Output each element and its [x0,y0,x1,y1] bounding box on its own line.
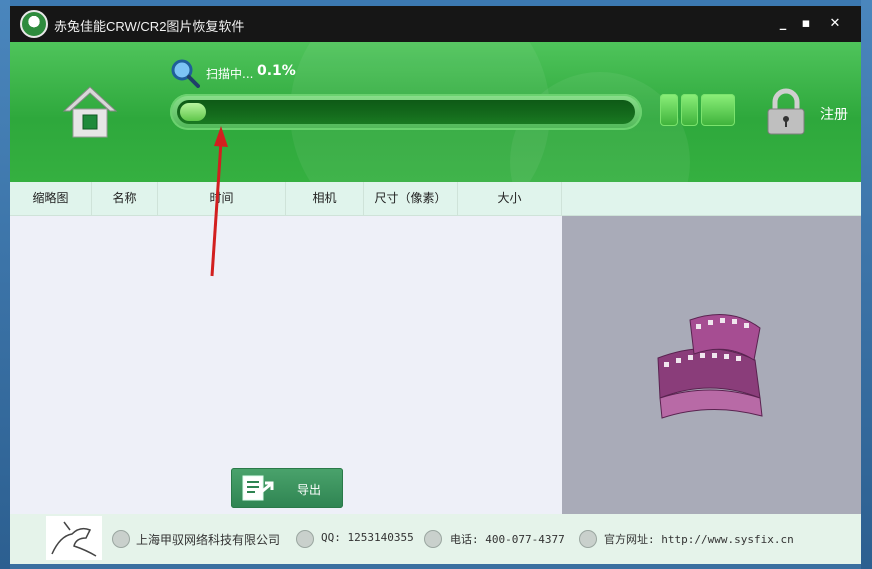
qq-icon [296,530,314,548]
globe-icon [579,530,597,548]
view-toggle-button-2[interactable] [681,94,698,126]
phone-number: 电话: 400-077-4377 [450,533,565,546]
website-link[interactable]: 官方网址: http://www.sysfix.cn [604,531,794,547]
film-reel-icon [657,314,763,419]
qq-number: QQ: 1253140355 [321,531,414,544]
view-toggle-button-3[interactable] [701,94,735,126]
magnifier-icon [171,59,200,88]
home-icon[interactable] [62,85,118,139]
view-toggle-button-1[interactable] [660,94,678,126]
minimize-button[interactable]: _ [773,14,793,34]
close-button[interactable]: ✕ [825,14,845,34]
title-bar: 赤兔佳能CRW/CR2图片恢复软件 _ ▪ ✕ [10,6,861,42]
app-logo-icon [20,10,48,38]
export-button[interactable]: 导出 [231,468,343,508]
column-header-bar: 缩略图 名称 时间 相机 尺寸（像素） 大小 [10,182,861,216]
export-label: 导出 [297,483,322,497]
column-file-size[interactable]: 大小 [458,182,562,215]
scan-status-label: 扫描中... [206,67,254,81]
column-thumbnail[interactable]: 缩略图 [10,182,92,215]
register-link[interactable]: 注册 [820,104,848,124]
column-time[interactable]: 时间 [158,182,286,215]
scan-percent: 0.1% [257,63,296,79]
lock-icon[interactable] [765,88,807,136]
company-name: 上海甲驭网络科技有限公司 [136,533,281,547]
progress-fill [180,103,206,121]
phone-icon [424,530,442,548]
window-title: 赤兔佳能CRW/CR2图片恢复软件 [54,19,245,34]
header-panel: 扫描中... 0.1% 注册 [10,42,861,182]
app-window: 赤兔佳能CRW/CR2图片恢复软件 _ ▪ ✕ 扫描中... 0.1% 注册 缩… [10,6,861,564]
file-list[interactable]: 导出 [10,216,562,514]
export-icon [242,475,274,501]
building-icon [112,530,130,548]
preview-panel [562,216,861,514]
column-size-pixels[interactable]: 尺寸（像素） [364,182,458,215]
footer-bar: 上海甲驭网络科技有限公司 QQ: 1253140355 电话: 400-077-… [10,514,861,564]
column-name[interactable]: 名称 [92,182,158,215]
maximize-button[interactable]: ▪ [796,14,816,34]
progress-track [177,100,635,124]
column-camera[interactable]: 相机 [286,182,364,215]
scan-progress-bar [170,94,642,130]
horse-logo-icon [46,516,102,560]
